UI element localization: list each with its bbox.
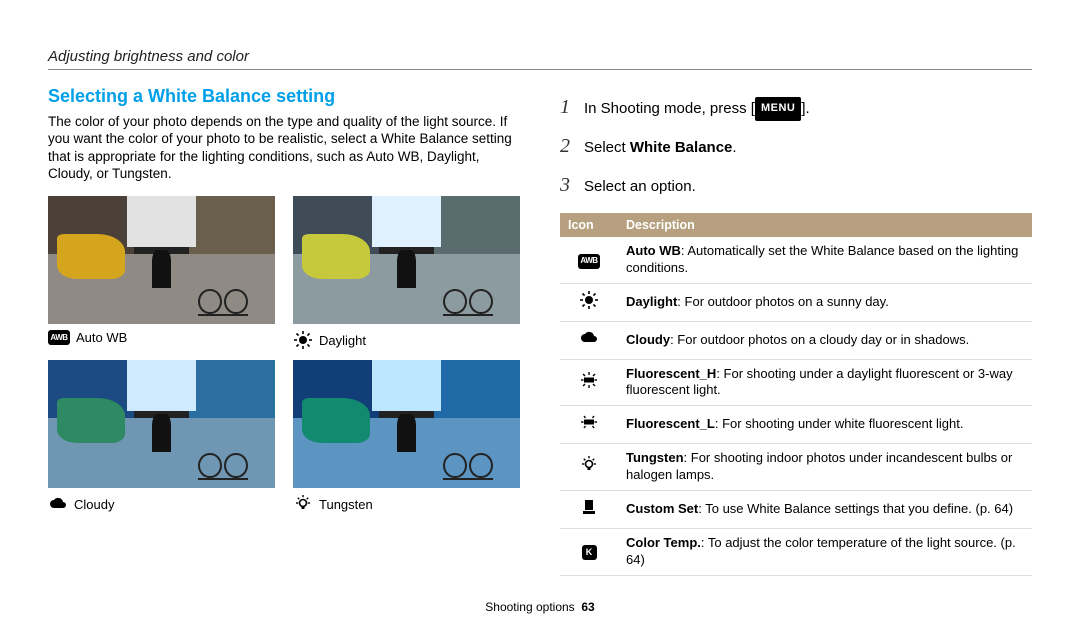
option-name: Daylight: [626, 294, 677, 309]
footer-section: Shooting options: [485, 600, 574, 614]
step-number: 1: [560, 88, 574, 127]
photo-cloudy: Cloudy: [48, 360, 275, 514]
menu-button-icon: MENU: [755, 97, 801, 120]
divider: [48, 69, 1032, 70]
cloud-icon: [579, 328, 599, 348]
caption-label: Cloudy: [74, 497, 114, 512]
content-columns: Selecting a White Balance setting The co…: [48, 86, 1032, 576]
photo-auto-wb: AWB Auto WB: [48, 196, 275, 350]
option-name: Fluorescent_H: [626, 366, 716, 381]
sample-image-daylight: [293, 196, 520, 324]
option-desc: : To use White Balance settings that you…: [698, 501, 1013, 516]
table-row: Custom Set: To use White Balance setting…: [560, 491, 1032, 529]
option-name: Fluorescent_L: [626, 416, 715, 431]
text: ].: [801, 100, 809, 117]
option-name: Color Temp.: [626, 535, 701, 550]
table-row: Fluorescent_H: For shooting under a dayl…: [560, 359, 1032, 406]
option-desc: : For shooting under white fluorescent l…: [715, 416, 964, 431]
option-name: Cloudy: [626, 332, 670, 347]
option-name: Custom Set: [626, 501, 698, 516]
bulb-icon: [579, 455, 599, 475]
left-column: Selecting a White Balance setting The co…: [48, 86, 520, 576]
step-3: 3 Select an option.: [560, 166, 1032, 205]
option-desc: : For outdoor photos on a cloudy day or …: [670, 332, 969, 347]
step-number: 3: [560, 166, 574, 205]
intro-text: The color of your photo depends on the t…: [48, 113, 520, 182]
step-text: In Shooting mode, press [MENU].: [584, 94, 810, 123]
caption-cloudy: Cloudy: [48, 494, 275, 514]
table-row: Fluorescent_L: For shooting under white …: [560, 406, 1032, 444]
auto-wb-icon: AWB: [48, 330, 70, 345]
color-temp-icon: K: [582, 545, 597, 560]
cloud-icon: [48, 494, 68, 514]
table-row: Cloudy: For outdoor photos on a cloudy d…: [560, 321, 1032, 359]
option-desc: : For shooting indoor photos under incan…: [626, 450, 1012, 482]
caption-label: Tungsten: [319, 497, 373, 512]
auto-wb-icon: AWB: [578, 254, 600, 269]
photo-grid: AWB Auto WB Daylight Cloudy: [48, 196, 520, 514]
step-number: 2: [560, 127, 574, 166]
caption-label: Auto WB: [76, 330, 127, 345]
option-name: Tungsten: [626, 450, 684, 465]
sample-image-cloudy: [48, 360, 275, 488]
fluorescent-h-icon: [579, 370, 599, 390]
step-list: 1 In Shooting mode, press [MENU]. 2 Sele…: [560, 86, 1032, 205]
sample-image-tungsten: [293, 360, 520, 488]
footer-page: 63: [581, 600, 594, 614]
table-row: Daylight: For outdoor photos on a sunny …: [560, 283, 1032, 321]
sun-icon: [293, 330, 313, 350]
photo-tungsten: Tungsten: [293, 360, 520, 514]
option-desc: : Automatically set the White Balance ba…: [626, 243, 1018, 275]
table-row: AWB Auto WB: Automatically set the White…: [560, 237, 1032, 283]
custom-set-icon: [579, 497, 599, 517]
caption-auto-wb: AWB Auto WB: [48, 330, 275, 345]
sun-icon: [579, 290, 599, 310]
table-row: Tungsten: For shooting indoor photos und…: [560, 444, 1032, 491]
text: .: [732, 139, 736, 156]
option-name: Auto WB: [626, 243, 681, 258]
options-table: Icon Description AWB Auto WB: Automatica…: [560, 213, 1032, 576]
text-bold: White Balance: [630, 139, 733, 156]
table-row: K Color Temp.: To adjust the color tempe…: [560, 528, 1032, 575]
menu-label: MENU: [755, 97, 801, 120]
fluorescent-l-icon: [579, 412, 599, 432]
option-desc: : For outdoor photos on a sunny day.: [677, 294, 889, 309]
text: Select: [584, 139, 630, 156]
breadcrumb: Adjusting brightness and color: [48, 48, 1032, 65]
right-column: 1 In Shooting mode, press [MENU]. 2 Sele…: [560, 86, 1032, 576]
caption-label: Daylight: [319, 333, 366, 348]
step-2: 2 Select White Balance.: [560, 127, 1032, 166]
step-text: Select an option.: [584, 172, 696, 201]
text: In Shooting mode, press [: [584, 100, 755, 117]
page-title: Selecting a White Balance setting: [48, 86, 520, 107]
caption-tungsten: Tungsten: [293, 494, 520, 514]
th-icon: Icon: [560, 213, 618, 237]
step-text: Select White Balance.: [584, 133, 737, 162]
sample-image-auto-wb: [48, 196, 275, 324]
page-footer: Shooting options 63: [0, 600, 1080, 614]
step-1: 1 In Shooting mode, press [MENU].: [560, 88, 1032, 127]
th-description: Description: [618, 213, 1032, 237]
caption-daylight: Daylight: [293, 330, 520, 350]
bulb-icon: [293, 494, 313, 514]
photo-daylight: Daylight: [293, 196, 520, 350]
